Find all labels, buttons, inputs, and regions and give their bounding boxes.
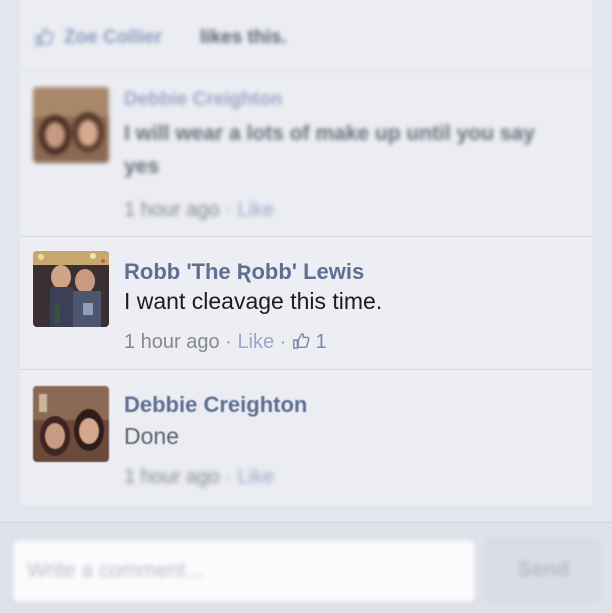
thumbs-up-icon — [293, 333, 310, 349]
comment-text: I want cleavage this time. — [124, 288, 383, 314]
comment-text: Done — [124, 423, 179, 449]
avatar[interactable] — [33, 251, 109, 327]
comment-meta: 1 hour ago · Like · 1 — [124, 331, 327, 354]
likes-summary: Zoe Collier likes this. — [20, 0, 592, 71]
liker-name[interactable]: Zoe Collier — [64, 27, 162, 49]
likes-text: likes this. — [200, 27, 287, 48]
comment-meta: 1 hour ago · Like — [124, 199, 274, 222]
like-link[interactable]: Like — [237, 199, 274, 221]
avatar[interactable] — [33, 386, 109, 462]
separator: · — [225, 331, 232, 353]
like-count[interactable]: 1 — [316, 331, 327, 353]
comment-item: Debbie Creighton I will wear a lots of m… — [20, 71, 592, 234]
like-link[interactable]: Like — [237, 331, 274, 353]
comment-item: Debbie Creighton Done 1 hour ago · Like — [20, 370, 592, 505]
comment-time: 1 hour ago — [124, 466, 220, 488]
comment-input[interactable] — [25, 552, 459, 590]
comment-composer: Send — [0, 522, 612, 613]
comment-item: Robb 'The Ʀobb' Lewis I want cleavage th… — [20, 236, 592, 370]
comments-panel: Zoe Collier likes this. Debbie Creighton… — [20, 0, 592, 505]
separator: · — [225, 466, 232, 488]
separator: · — [225, 199, 232, 221]
thumbs-up-icon — [35, 28, 54, 46]
comment-time: 1 hour ago — [124, 331, 220, 353]
comment-input-box — [12, 539, 476, 603]
comment-author[interactable]: Debbie Creighton — [124, 392, 307, 418]
separator: · — [279, 331, 287, 353]
comment-time: 1 hour ago — [124, 199, 220, 221]
comment-author[interactable]: Debbie Creighton — [124, 89, 282, 111]
comment-text: I will wear a lots of make up until you … — [124, 122, 535, 178]
avatar[interactable] — [33, 87, 109, 163]
send-button[interactable]: Send — [487, 539, 600, 601]
comment-author[interactable]: Robb 'The Ʀobb' Lewis — [124, 259, 364, 285]
comment-meta: 1 hour ago · Like — [124, 466, 274, 489]
like-link[interactable]: Like — [237, 466, 274, 488]
